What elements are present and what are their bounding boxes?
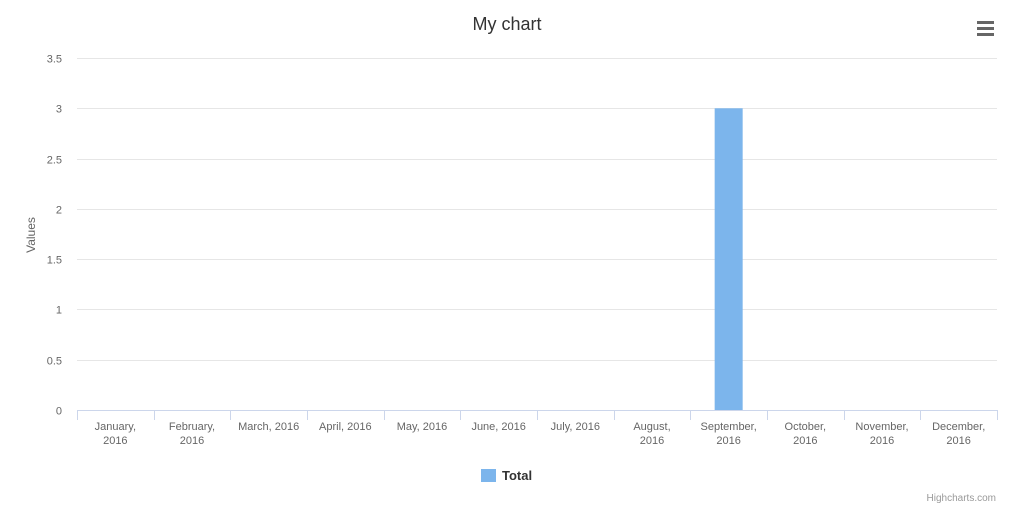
y-tick-label: 1 — [56, 305, 62, 317]
y-tick-label: 2.5 — [47, 155, 62, 167]
y-tick-label: 1.5 — [47, 255, 62, 267]
credits-link[interactable]: Highcharts.com — [927, 493, 996, 504]
bar[interactable] — [714, 108, 743, 411]
bar-series — [714, 108, 743, 411]
x-tick-label: March, 2016 — [238, 421, 299, 433]
x-tick-label: July, 2016 — [551, 421, 600, 433]
x-tick-label: February, 2016 — [169, 421, 215, 447]
y-tick-label: 3 — [56, 104, 62, 116]
legend: Total — [481, 468, 532, 483]
y-axis-title: Values — [24, 217, 38, 253]
legend-label[interactable]: Total — [502, 468, 532, 483]
y-tick-label: 0 — [56, 406, 62, 418]
y-tick-label: 3.5 — [47, 54, 62, 66]
x-tick-label: May, 2016 — [397, 421, 448, 433]
bar-chart: My chart 0 0.5 1 1.5 2 2.5 3 3.5 Values January… — [24, 14, 1000, 504]
x-axis-tick-labels: January, 2016 February, 2016 March, 2016 Apri… — [95, 421, 986, 447]
export-menu-button[interactable] — [972, 15, 1000, 39]
chart-container: My chart 0 0.5 1 1.5 2 2.5 3 3.5 Values January… — [0, 0, 1012, 510]
y-tick-label: 0.5 — [47, 356, 62, 368]
x-tick-label: August, 2016 — [633, 421, 670, 447]
x-tick-label: December, 2016 — [932, 421, 985, 447]
grid-lines — [77, 58, 997, 361]
x-tick-label: April, 2016 — [319, 421, 372, 433]
hamburger-menu-icon[interactable] — [977, 21, 994, 36]
x-tick-label: June, 2016 — [471, 421, 525, 433]
legend-item-total[interactable]: Total — [481, 468, 532, 483]
x-tick-label: October, 2016 — [785, 421, 827, 447]
x-axis-ticks — [77, 410, 998, 420]
y-axis-tick-labels: 0 0.5 1 1.5 2 2.5 3 3.5 — [47, 54, 62, 418]
legend-symbol[interactable] — [481, 469, 496, 482]
y-tick-label: 2 — [56, 205, 62, 217]
x-tick-label: January, 2016 — [95, 421, 136, 447]
x-tick-label: November, 2016 — [855, 421, 908, 447]
x-tick-label: September, 2016 — [701, 421, 757, 447]
chart-title: My chart — [472, 14, 541, 34]
